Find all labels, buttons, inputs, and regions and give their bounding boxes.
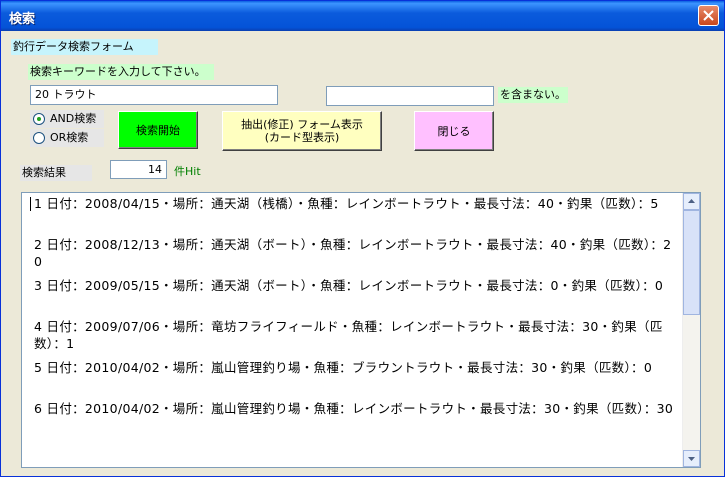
and-search-option[interactable]: AND検索: [30, 110, 104, 128]
result-item: 4 日付：2009/07/06・場所：竜坊フライフィールド・魚種：レインボートラ…: [34, 319, 663, 351]
result-item: 1 日付：2008/04/15・場所：通天湖（桟橋）・魚種：レインボートラウト・…: [34, 196, 659, 211]
hit-suffix-label: 件Hit: [174, 165, 201, 178]
exclude-suffix-label: を含まない。: [498, 87, 568, 103]
form-heading: 釣行データ検索フォーム: [11, 39, 158, 55]
keyword-input[interactable]: 20 トラウト: [30, 85, 278, 105]
result-list: 1 日付：2008/04/15・場所：通天湖（桟橋）・魚種：レインボートラウト・…: [34, 196, 674, 442]
close-button[interactable]: 閉じる: [414, 111, 494, 151]
title-bar[interactable]: 検索: [1, 1, 724, 31]
exclude-keyword-input[interactable]: [326, 86, 494, 106]
window-close-button[interactable]: [698, 5, 719, 26]
start-search-label: 検索開始: [136, 123, 180, 137]
or-search-option[interactable]: OR検索: [30, 129, 104, 147]
extract-button-line2: (カード型表示): [264, 131, 340, 144]
window-title: 検索: [9, 12, 36, 27]
keyword-prompt: 検索キーワードを入力して下さい。: [28, 64, 214, 80]
result-item: 5 日付：2010/04/02・場所：嵐山管理釣り場・魚種：ブラウントラウト・最…: [34, 360, 653, 375]
arrow-down-icon: [688, 457, 695, 461]
vertical-scrollbar[interactable]: [682, 193, 700, 467]
scroll-up-button[interactable]: [683, 193, 700, 210]
scroll-thumb[interactable]: [683, 210, 700, 315]
or-search-label: OR検索: [50, 131, 89, 144]
close-icon: [703, 10, 714, 21]
scroll-down-button[interactable]: [683, 450, 700, 467]
result-label: 検索結果: [20, 165, 92, 181]
and-search-label: AND検索: [50, 112, 97, 125]
result-item: 3 日付：2009/05/15・場所：通天湖（ボート）・魚種：レインボートラウト…: [34, 278, 664, 293]
result-item: 6 日付：2010/04/02・場所：嵐山管理釣り場・魚種：レインボートラウト・…: [34, 401, 674, 416]
search-dialog: 検索 釣行データ検索フォーム 検索キーワードを入力して下さい。 20 トラウト …: [0, 0, 725, 477]
close-button-label: 閉じる: [437, 124, 471, 138]
search-results-textarea[interactable]: 1 日付：2008/04/15・場所：通天湖（桟橋）・魚種：レインボートラウト・…: [21, 192, 701, 468]
start-search-button[interactable]: 検索開始: [118, 111, 198, 149]
extract-form-button[interactable]: 抽出(修正) フォーム表示 (カード型表示): [222, 111, 382, 151]
extract-button-line1: 抽出(修正) フォーム表示: [241, 118, 363, 131]
result-item: 2 日付：2008/12/13・場所：通天湖（ボート）・魚種：レインボートラウト…: [34, 237, 672, 269]
or-radio[interactable]: [33, 132, 45, 144]
text-caret: [30, 197, 31, 211]
search-mode-group: AND検索 OR検索: [30, 110, 104, 147]
and-radio[interactable]: [33, 113, 45, 125]
arrow-up-icon: [688, 199, 695, 203]
hit-count-field: 14: [110, 160, 167, 179]
